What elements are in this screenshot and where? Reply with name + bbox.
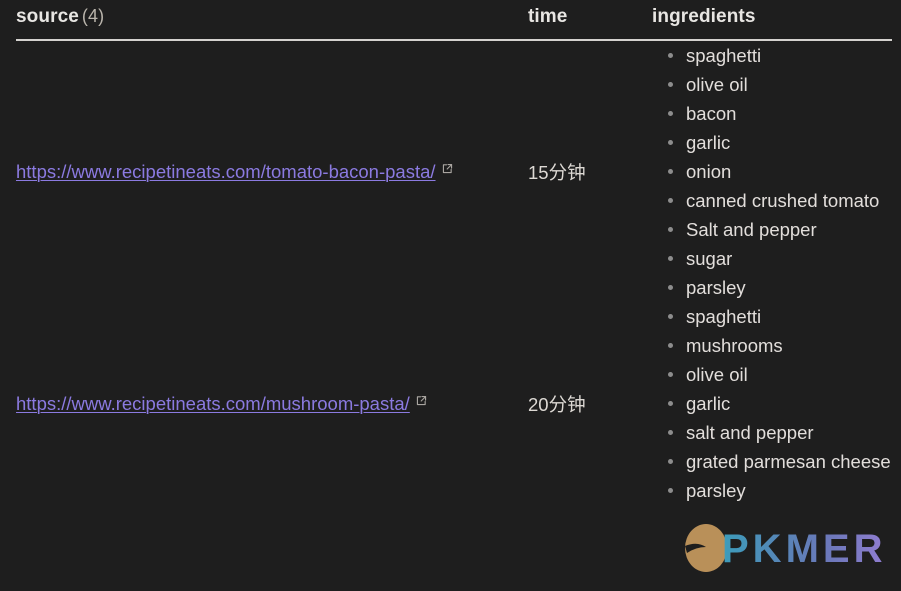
ingredients-list: spaghetti mushrooms olive oil garlic sal…: [652, 302, 892, 505]
source-link-wrapper: https://www.recipetineats.com/mushroom-p…: [16, 393, 428, 415]
table-head: source(4) time ingredients: [16, 0, 892, 40]
column-header-source[interactable]: source(4): [16, 0, 528, 40]
cell-source: https://www.recipetineats.com/tomato-bac…: [16, 40, 528, 302]
list-item: olive oil: [686, 70, 892, 99]
column-header-ingredients[interactable]: ingredients: [652, 0, 892, 40]
source-link[interactable]: https://www.recipetineats.com/tomato-bac…: [16, 161, 436, 183]
list-item: parsley: [686, 476, 892, 505]
list-item: onion: [686, 157, 892, 186]
source-link-wrapper: https://www.recipetineats.com/tomato-bac…: [16, 161, 454, 183]
table-header-row: source(4) time ingredients: [16, 0, 892, 40]
pkmer-watermark-text: PKMER: [722, 527, 886, 571]
external-link-icon[interactable]: [415, 394, 428, 407]
column-header-source-label: source: [16, 6, 79, 27]
list-item: garlic: [686, 128, 892, 157]
pkmer-seed-logo-icon: [685, 524, 727, 572]
cell-source: https://www.recipetineats.com/mushroom-p…: [16, 302, 528, 505]
list-item: garlic: [686, 389, 892, 418]
recipe-table-container: source(4) time ingredients https://www.r…: [0, 0, 901, 591]
list-item: spaghetti: [686, 302, 892, 331]
list-item: sugar: [686, 244, 892, 273]
column-header-time[interactable]: time: [528, 0, 652, 40]
table-row: https://www.recipetineats.com/tomato-bac…: [16, 40, 892, 302]
list-item: Salt and pepper: [686, 215, 892, 244]
time-value: 20分钟: [528, 394, 586, 415]
table-row: https://www.recipetineats.com/mushroom-p…: [16, 302, 892, 505]
list-item: grated parmesan cheese: [686, 447, 892, 476]
list-item: bacon: [686, 99, 892, 128]
recipe-table: source(4) time ingredients https://www.r…: [16, 0, 892, 505]
list-item: spaghetti: [686, 41, 892, 70]
list-item: olive oil: [686, 360, 892, 389]
time-value: 15分钟: [528, 162, 586, 183]
pkmer-watermark: PKMER: [680, 518, 895, 576]
cell-time: 15分钟: [528, 40, 652, 302]
column-header-source-count: (4): [82, 6, 104, 26]
cell-ingredients: spaghetti olive oil bacon garlic onion c…: [652, 40, 892, 302]
list-item: salt and pepper: [686, 418, 892, 447]
list-item: mushrooms: [686, 331, 892, 360]
list-item: parsley: [686, 273, 892, 302]
source-link[interactable]: https://www.recipetineats.com/mushroom-p…: [16, 393, 410, 415]
cell-time: 20分钟: [528, 302, 652, 505]
table-body: https://www.recipetineats.com/tomato-bac…: [16, 40, 892, 505]
column-header-ingredients-label: ingredients: [652, 6, 756, 27]
list-item: canned crushed tomato: [686, 186, 892, 215]
column-header-time-label: time: [528, 6, 567, 27]
ingredients-list: spaghetti olive oil bacon garlic onion c…: [652, 41, 892, 302]
external-link-icon[interactable]: [441, 162, 454, 175]
cell-ingredients: spaghetti mushrooms olive oil garlic sal…: [652, 302, 892, 505]
